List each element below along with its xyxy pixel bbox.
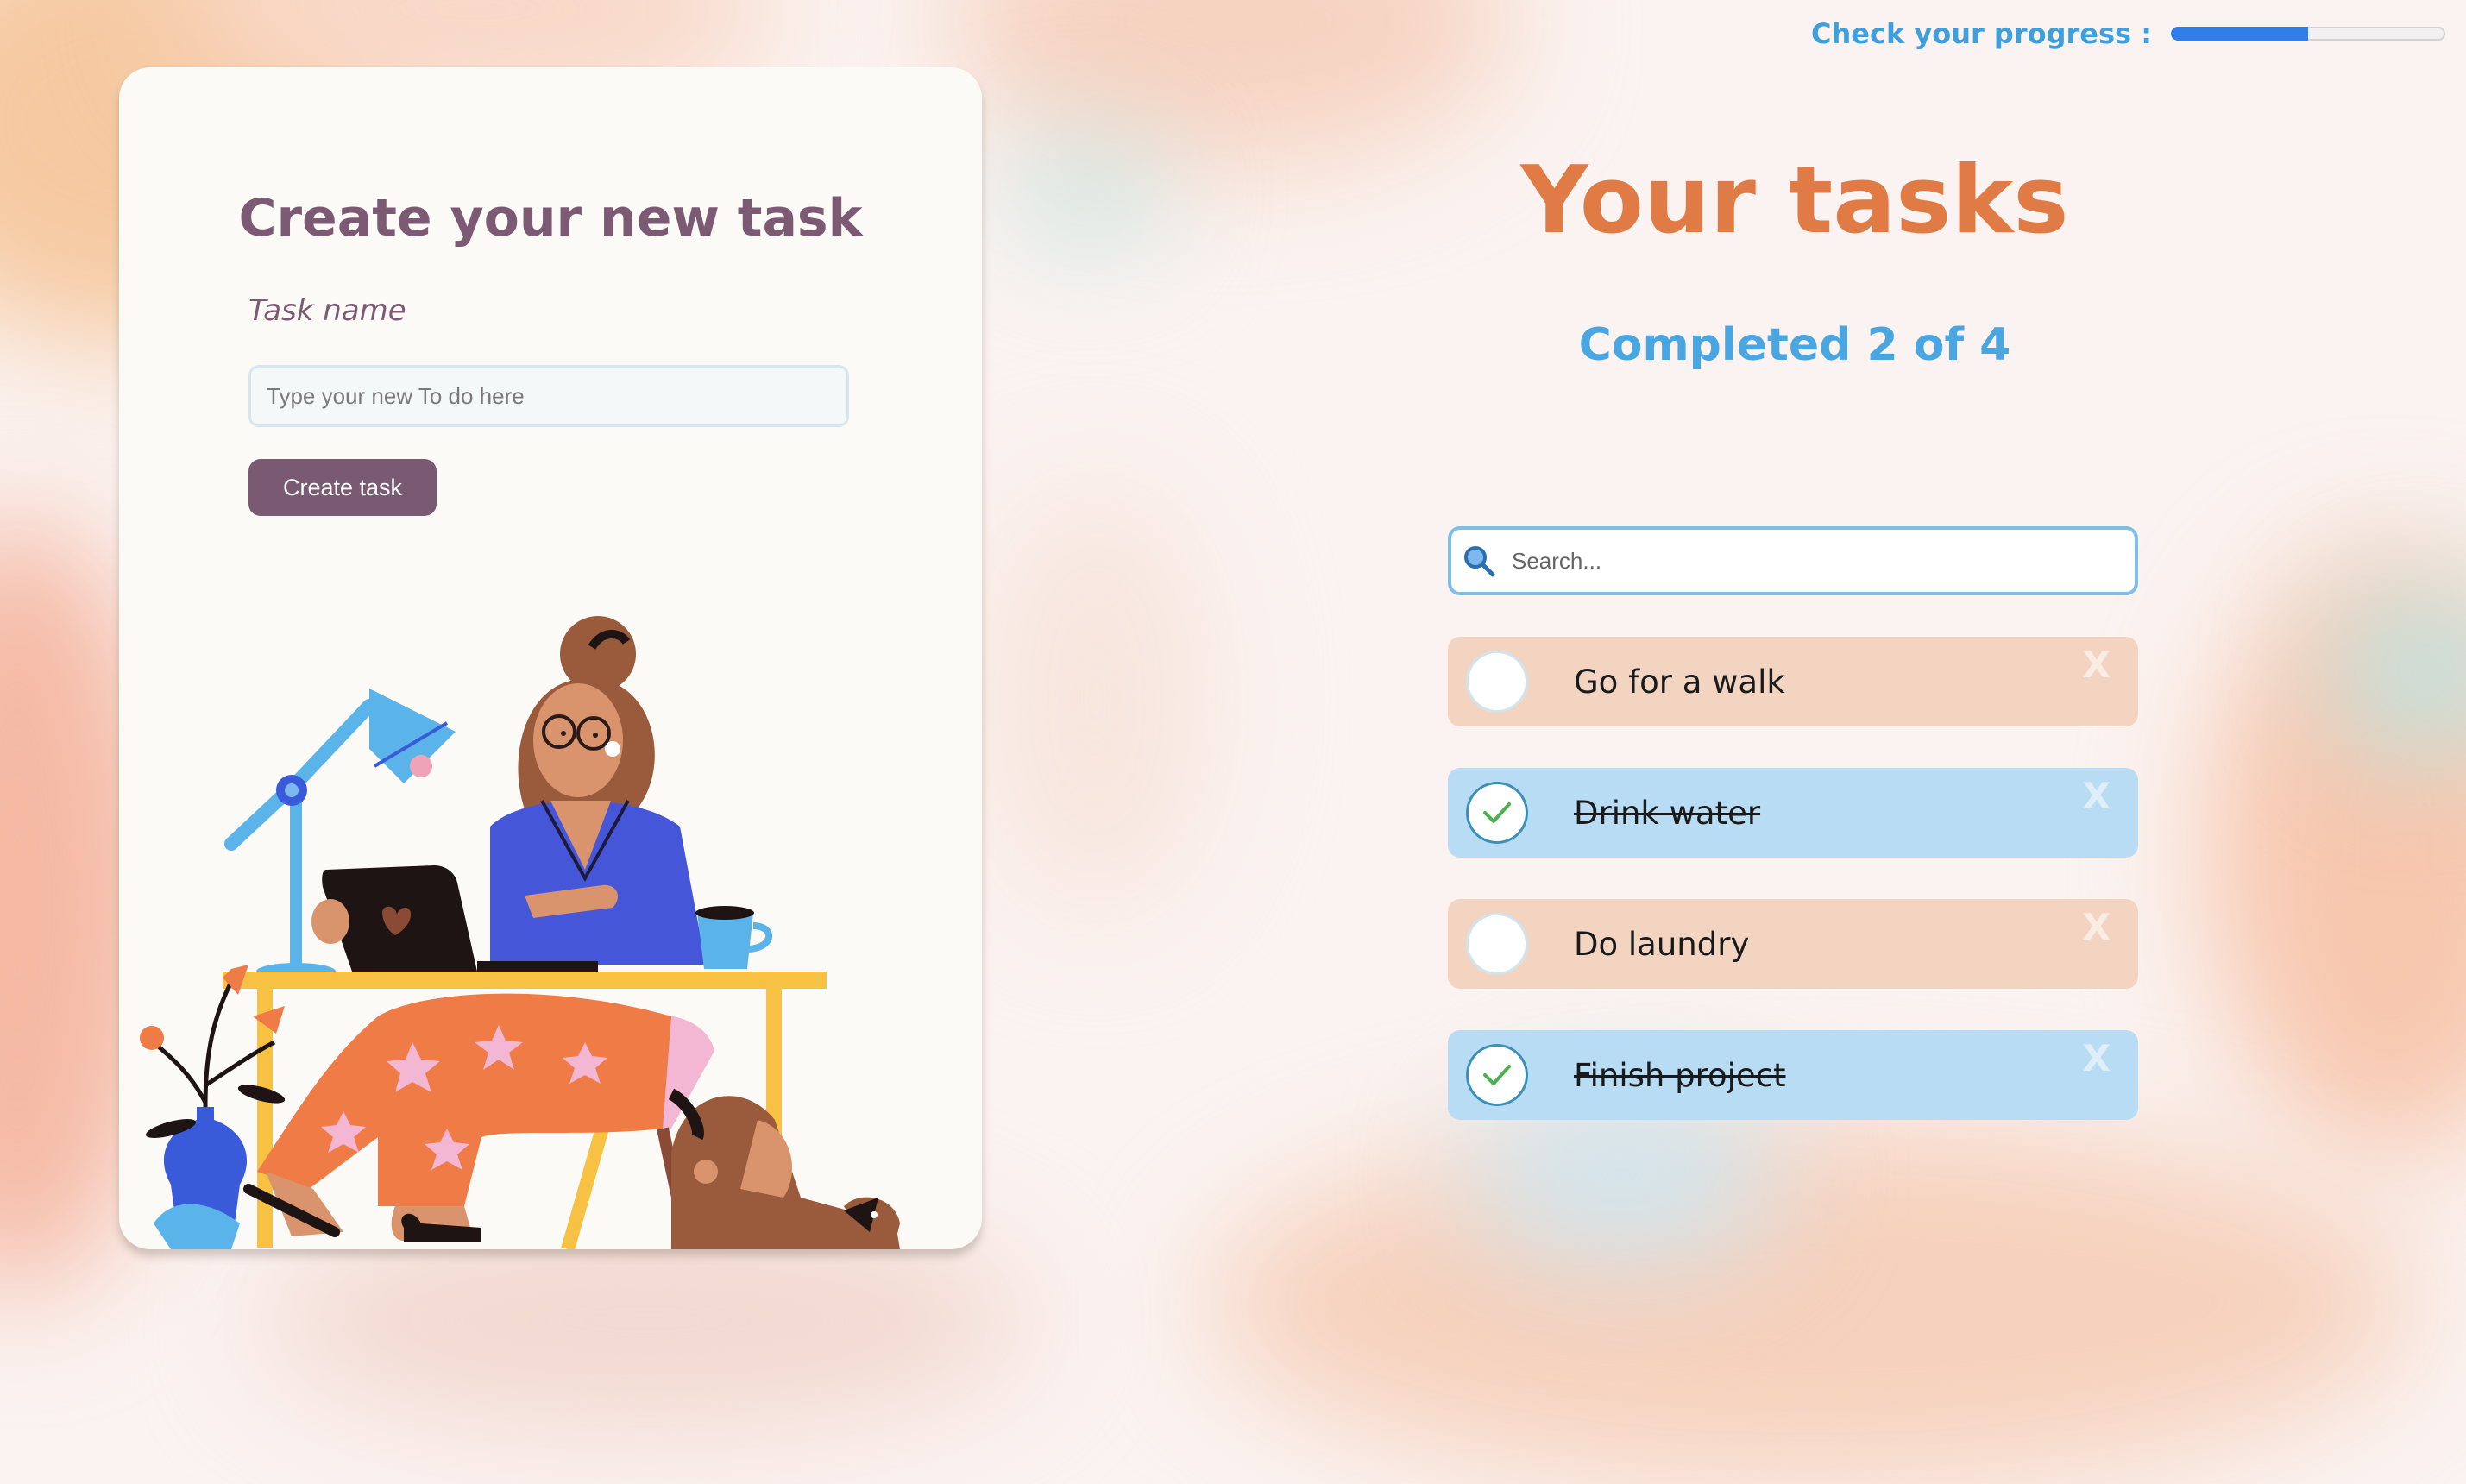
checkmark-icon — [1483, 1065, 1511, 1085]
progress-label: Check your progress : — [1811, 17, 2152, 50]
task-name-label: Task name — [248, 293, 406, 328]
task-item: Go for a walk X — [1448, 637, 2138, 726]
search-input[interactable] — [1498, 547, 2135, 575]
task-name: Go for a walk — [1574, 663, 1785, 701]
task-checkbox-checked[interactable] — [1469, 1047, 1526, 1104]
delete-task-button[interactable]: X — [2083, 644, 2111, 686]
task-name: Do laundry — [1574, 925, 1750, 963]
create-task-button[interactable]: Create task — [248, 459, 437, 516]
woman-at-desk-illustration — [140, 616, 900, 1249]
task-checkbox-checked[interactable] — [1469, 784, 1526, 841]
delete-task-button[interactable]: X — [2083, 906, 2111, 948]
search-box[interactable] — [1448, 526, 2138, 595]
tasks-heading: Your tasks — [1520, 147, 2069, 255]
task-name-input[interactable] — [248, 365, 849, 427]
task-item: Drink water X — [1448, 768, 2138, 858]
search-icon — [1464, 546, 1495, 577]
progress-indicator: Check your progress : — [1811, 17, 2445, 50]
task-checkbox[interactable] — [1469, 915, 1526, 972]
progress-bar — [2171, 27, 2445, 41]
task-item: Finish project X — [1448, 1030, 2138, 1120]
task-name: Drink water — [1574, 794, 1761, 832]
delete-task-button[interactable]: X — [2083, 1037, 2111, 1079]
dog-icon — [668, 1088, 900, 1249]
task-name: Finish project — [1574, 1056, 1786, 1094]
completed-count: Completed 2 of 4 — [1578, 319, 2011, 371]
task-list: Go for a walk X Drink water X Do laundry X Fin… — [1448, 637, 2138, 1161]
create-task-card: Create your new task Task name Create ta… — [119, 67, 982, 1249]
task-checkbox[interactable] — [1469, 653, 1526, 710]
create-task-title: Create your new task — [238, 188, 863, 248]
progress-bar-fill — [2171, 27, 2308, 41]
task-item: Do laundry X — [1448, 899, 2138, 989]
delete-task-button[interactable]: X — [2083, 775, 2111, 817]
checkmark-icon — [1483, 802, 1511, 823]
